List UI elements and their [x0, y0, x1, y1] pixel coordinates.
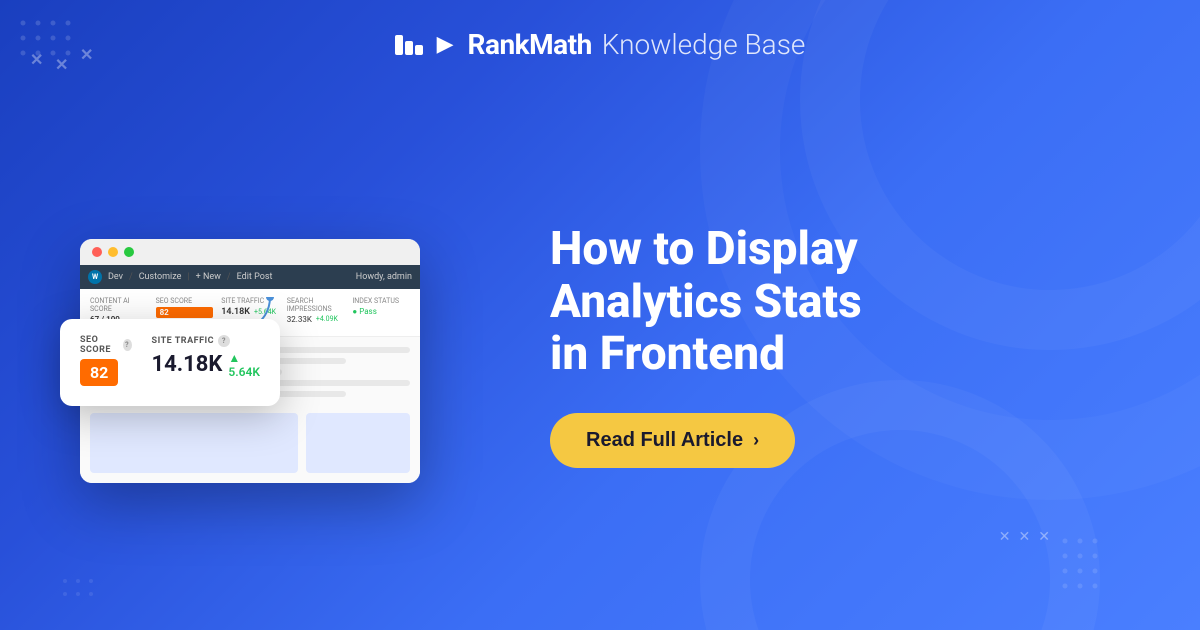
toolbar-dev: Dev — [108, 272, 123, 282]
browser-titlebar — [80, 239, 420, 265]
fc-seo-label: SEO SCORE ? — [80, 335, 132, 355]
stat-index: INDEX STATUS ● Pass — [352, 297, 410, 328]
floating-card: SEO SCORE ? 82 SITE TRAFFIC ? 14.18K ▲ 5… — [60, 319, 280, 406]
logo-kb: Knowledge Base — [602, 28, 806, 61]
logo-icon — [395, 35, 423, 55]
impressions-label: SEARCH IMPRESSIONS — [287, 297, 345, 313]
content-ai-label: CONTENT AI SCORE — [90, 297, 148, 313]
article-title: How to Display Analytics Stats in Fronte… — [550, 223, 1140, 382]
tl-red — [92, 247, 102, 257]
toolbar-howdy: Howdy, admin — [356, 272, 412, 282]
main-content: W Dev / Customize | + New / Edit Post Ho… — [0, 81, 1200, 630]
wp-icon: W — [88, 270, 102, 284]
toolbar-new: + New — [196, 272, 221, 282]
seo-badge: 82 — [156, 307, 214, 318]
toolbar-customize: Customize — [139, 272, 182, 282]
fc-traffic-val: 14.18K ▲ 5.64K — [152, 351, 260, 379]
stat-impressions: SEARCH IMPRESSIONS 32.33K +4.09K — [287, 297, 345, 328]
seo-label: SEO SCORE — [156, 297, 214, 305]
cta-label: Read Full Article — [586, 429, 743, 452]
index-label: INDEX STATUS — [352, 297, 410, 305]
content-blocks — [90, 405, 410, 473]
fc-seo-help: ? — [123, 339, 132, 351]
impressions-value: 32.33K — [287, 315, 312, 324]
header: ▶ RankMath Knowledge Base — [0, 0, 1200, 81]
fc-seo-score: 82 — [80, 359, 118, 386]
tl-yellow — [108, 247, 118, 257]
index-value: ● Pass — [352, 307, 410, 316]
fc-traffic-label: SITE TRAFFIC ? — [152, 335, 260, 347]
fc-header: SEO SCORE ? 82 SITE TRAFFIC ? 14.18K ▲ 5… — [80, 335, 260, 386]
toolbar-edit: Edit Post — [237, 272, 273, 282]
left-panel: W Dev / Customize | + New / Edit Post Ho… — [60, 209, 490, 483]
impressions-change: +4.09K — [316, 315, 338, 323]
page-background: ✕ ✕ ✕ ✕ ✕ ✕ — [0, 0, 1200, 630]
fc-seo-section: SEO SCORE ? 82 — [80, 335, 132, 386]
fc-traffic-change: ▲ 5.64K — [228, 351, 260, 379]
cta-chevron-icon: › — [753, 430, 759, 451]
right-panel: How to Display Analytics Stats in Fronte… — [490, 223, 1140, 469]
fc-traffic-section: SITE TRAFFIC ? 14.18K ▲ 5.64K — [152, 335, 260, 386]
logo-rankmath: RankMath — [468, 28, 592, 61]
content-block-1 — [90, 413, 298, 473]
read-article-button[interactable]: Read Full Article › — [550, 413, 795, 468]
content-block-2 — [306, 413, 410, 473]
browser-toolbar: W Dev / Customize | + New / Edit Post Ho… — [80, 265, 420, 289]
fc-traffic-help: ? — [218, 335, 230, 347]
tl-green — [124, 247, 134, 257]
